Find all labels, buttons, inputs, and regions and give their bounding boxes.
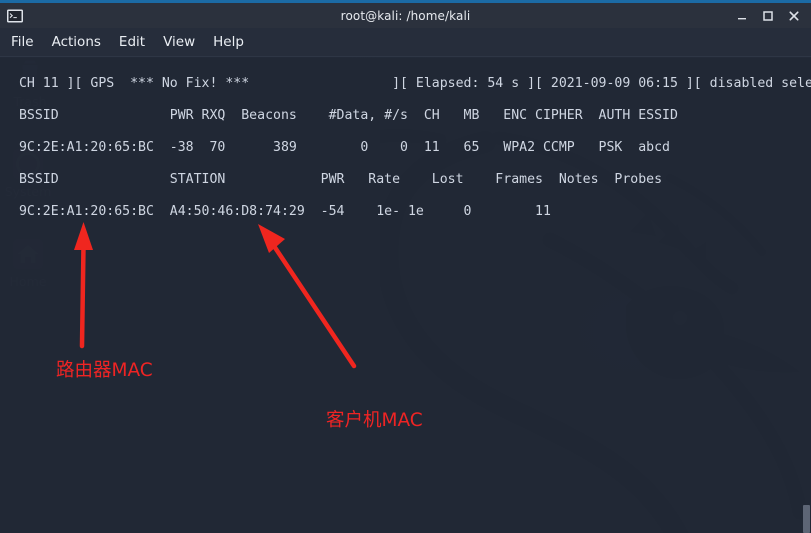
menu-item-file[interactable]: File (11, 32, 43, 52)
terminal-scrollbar-track[interactable] (802, 58, 811, 533)
window-title: root@kali: /home/kali (340, 8, 471, 23)
menu-item-view[interactable]: View (163, 32, 204, 52)
minimize-button[interactable] (736, 10, 748, 22)
window-controls (736, 10, 811, 22)
close-button[interactable] (788, 10, 800, 22)
terminal-window: Trash System Home (0, 0, 811, 533)
menu-item-edit[interactable]: Edit (119, 32, 154, 52)
client-mac-annotation-label: 客户机MAC (326, 410, 423, 431)
ap-table-row: 9C:2E:A1:20:65:BC -38 70 389 0 0 11 65 W… (11, 140, 670, 155)
terminal-scrollbar-thumb[interactable] (803, 505, 810, 533)
terminal-output[interactable]: CH 11 ][ GPS *** No Fix! *** ][ Elapsed:… (0, 58, 811, 533)
router-mac-annotation-label: 路由器MAC (56, 360, 153, 381)
menubar: File Actions Edit View Help (0, 28, 811, 57)
window-titlebar[interactable]: root@kali: /home/kali (0, 3, 811, 28)
menu-item-actions[interactable]: Actions (52, 32, 110, 52)
station-table-row: 9C:2E:A1:20:65:BC A4:50:46:D8:74:29 -54 … (11, 204, 551, 219)
station-table-header: BSSID STATION PWR Rate Lost Frames Notes… (11, 172, 663, 187)
airodump-status-line: CH 11 ][ GPS *** No Fix! *** ][ Elapsed:… (11, 76, 811, 91)
menu-item-help[interactable]: Help (213, 32, 253, 52)
maximize-button[interactable] (762, 10, 774, 22)
ap-table-header: BSSID PWR RXQ Beacons #Data, #/s CH MB E… (11, 108, 678, 123)
terminal-icon (6, 8, 24, 24)
